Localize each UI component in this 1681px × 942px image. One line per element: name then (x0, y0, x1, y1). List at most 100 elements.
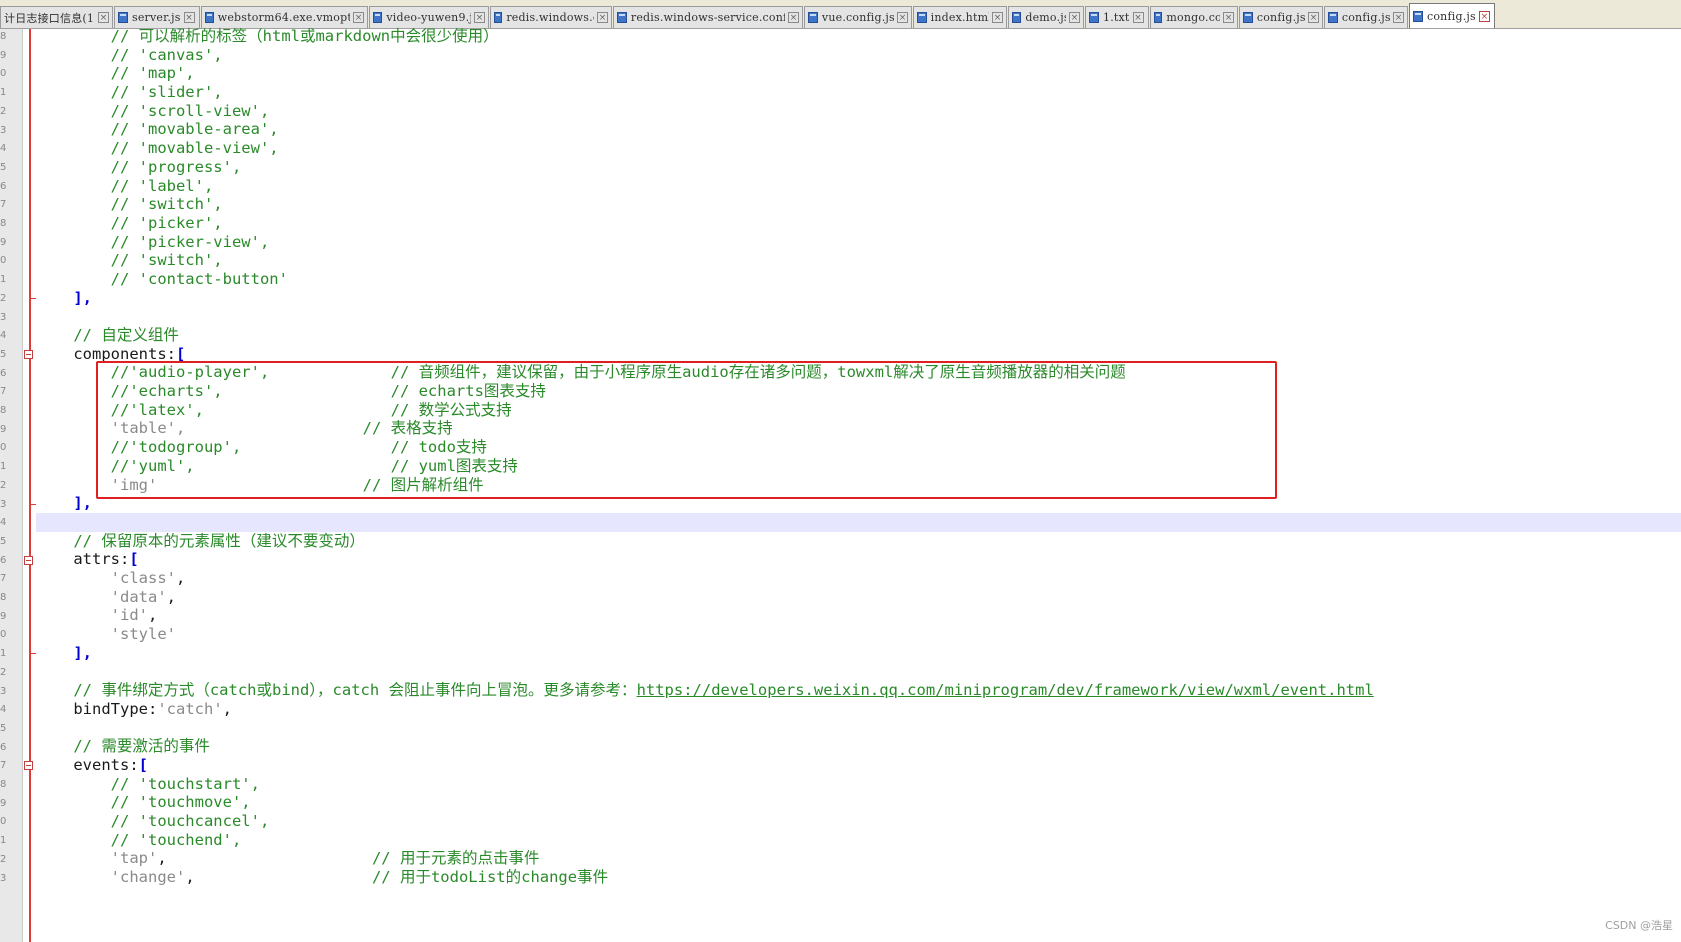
code-line[interactable]: // 'progress', (36, 158, 1681, 177)
code-line[interactable]: // 'touchcancel', (36, 812, 1681, 831)
code-line[interactable]: // 'touchstart', (36, 775, 1681, 794)
code-line[interactable]: // 'switch', (36, 195, 1681, 214)
code-line[interactable]: ], (36, 289, 1681, 308)
tab-label: 1.txt (1103, 11, 1130, 24)
code-line[interactable]: 'table', // 表格支持 (36, 419, 1681, 438)
tab-10[interactable]: mongo.conf× (1150, 6, 1238, 28)
file-icon (118, 12, 128, 23)
close-icon[interactable]: × (1308, 12, 1319, 23)
code-line[interactable]: 'style' (36, 625, 1681, 644)
code-line[interactable]: // 'touchmove', (36, 793, 1681, 812)
code-line[interactable]: // 事件绑定方式（catch或bind），catch 会阻止事件向上冒泡。更多… (36, 681, 1681, 700)
tab-4[interactable]: redis.windows.conf× (490, 6, 612, 28)
code-line[interactable]: // 'contact-button' (36, 270, 1681, 289)
tab-label: mongo.conf (1166, 11, 1220, 24)
code-line[interactable]: // 'picker-view', (36, 233, 1681, 252)
code-line[interactable]: // 自定义组件 (36, 326, 1681, 345)
tab-7[interactable]: index.html × (913, 6, 1007, 28)
close-icon[interactable]: × (183, 12, 195, 23)
code-line[interactable]: // 'movable-view', (36, 139, 1681, 158)
code-link[interactable]: https://developers.weixin.qq.com/minipro… (637, 681, 1374, 699)
close-icon[interactable]: × (597, 12, 608, 23)
tab-5[interactable]: redis.windows-service.conf × (613, 6, 803, 28)
code-line[interactable]: // 'touchend', (36, 831, 1681, 850)
code-token: 'class' (73, 568, 176, 587)
code-line[interactable]: 'class', (36, 569, 1681, 588)
close-icon[interactable]: × (1478, 10, 1490, 22)
code-line[interactable] (36, 662, 1681, 681)
fold-collapse-icon[interactable] (24, 555, 33, 565)
tab-label: video-yuwen9.js (386, 11, 471, 24)
code-line[interactable]: // 'map', (36, 64, 1681, 83)
close-icon[interactable]: × (1393, 12, 1404, 23)
code-token: 'style' (73, 625, 176, 643)
code-token: 'tap' (73, 849, 158, 868)
code-line[interactable]: // 'canvas', (36, 46, 1681, 65)
code-line[interactable]: // 需要激活的事件 (36, 737, 1681, 756)
tab-1[interactable]: server.js × (114, 6, 200, 28)
tab-2[interactable]: webstorm64.exe.vmoptions× (201, 6, 368, 28)
code-line[interactable]: // 'movable-area', (36, 120, 1681, 139)
code-line[interactable]: //'todogroup', // todo支持 (36, 438, 1681, 457)
code-line[interactable]: attrs:[ (36, 550, 1681, 569)
code-line[interactable]: // 'scroll-view', (36, 102, 1681, 121)
fold-collapse-icon[interactable] (24, 761, 33, 771)
tab-3[interactable]: video-yuwen9.js × (369, 6, 489, 28)
code-line[interactable] (36, 718, 1681, 737)
code-editor[interactable]: // 可以解析的标签（html或markdown中会很少使用） // 'canv… (36, 27, 1681, 887)
code-line[interactable]: ], (36, 644, 1681, 663)
close-icon[interactable]: × (1223, 12, 1234, 23)
line-number: 6 (0, 367, 7, 379)
code-line[interactable]: // 保留原本的元素属性（建议不要变动） (36, 532, 1681, 551)
line-number: 9 (0, 423, 7, 435)
code-line[interactable]: // 'label', (36, 177, 1681, 196)
code-line[interactable]: // 'switch', (36, 251, 1681, 270)
close-icon[interactable]: × (897, 12, 908, 23)
code-line[interactable]: 'img' // 图片解析组件 (36, 476, 1681, 495)
file-icon (1243, 12, 1253, 23)
code-line[interactable]: ], (36, 494, 1681, 513)
line-number: 6 (0, 554, 7, 566)
code-line[interactable]: //'echarts', // echarts图表支持 (36, 382, 1681, 401)
line-number: 9 (0, 797, 7, 809)
code-token: // 'switch', (73, 195, 223, 214)
close-icon[interactable]: × (1069, 12, 1080, 23)
code-line[interactable] (36, 307, 1681, 326)
code-line[interactable]: // 'picker', (36, 214, 1681, 233)
code-line[interactable]: 'id', (36, 606, 1681, 625)
tab-13[interactable]: config.js × (1409, 3, 1495, 28)
line-number: 8 (0, 405, 7, 416)
line-number: 8 (0, 779, 7, 790)
code-line[interactable]: //'latex', // 数学公式支持 (36, 401, 1681, 420)
code-line[interactable]: //'yuml', // yuml图表支持 (36, 457, 1681, 476)
code-line[interactable]: 'change', // 用于todoList的change事件 (36, 868, 1681, 887)
code-line[interactable]: //'audio-player', // 音频组件，建议保留，由于小程序原生au… (36, 363, 1681, 382)
tab-12[interactable]: config.js × (1324, 6, 1408, 28)
code-line[interactable]: events:[ (36, 756, 1681, 775)
code-line[interactable] (36, 512, 1681, 532)
tab-6[interactable]: vue.config.js × (804, 6, 912, 28)
close-icon[interactable]: × (98, 12, 109, 23)
tab-0[interactable]: 计日志接口信息(1) × (0, 6, 113, 28)
close-icon[interactable]: × (474, 12, 485, 23)
code-token: //'yuml', // yuml图表支持 (73, 456, 518, 475)
fold-collapse-icon[interactable] (24, 349, 33, 359)
close-icon[interactable]: × (353, 12, 364, 23)
code-line[interactable]: // 'slider', (36, 83, 1681, 102)
code-line[interactable]: 'tap', // 用于元素的点击事件 (36, 849, 1681, 868)
code-line[interactable]: components:[ (36, 345, 1681, 364)
tab-8[interactable]: demo.js × (1008, 6, 1084, 28)
close-icon[interactable]: × (992, 12, 1003, 23)
code-token: // 保留原本的元素属性（建议不要变动） (73, 531, 365, 550)
close-icon[interactable]: × (788, 12, 799, 23)
code-line[interactable]: bindType:'catch', (36, 700, 1681, 719)
code-line[interactable]: 'data', (36, 588, 1681, 607)
tab-11[interactable]: config.js × (1239, 6, 1323, 28)
code-token: // 'map', (73, 64, 195, 83)
code-line[interactable]: // 可以解析的标签（html或markdown中会很少使用） (36, 27, 1681, 46)
close-icon[interactable]: × (1132, 12, 1144, 23)
tab-9[interactable]: 1.txt × (1085, 6, 1149, 28)
